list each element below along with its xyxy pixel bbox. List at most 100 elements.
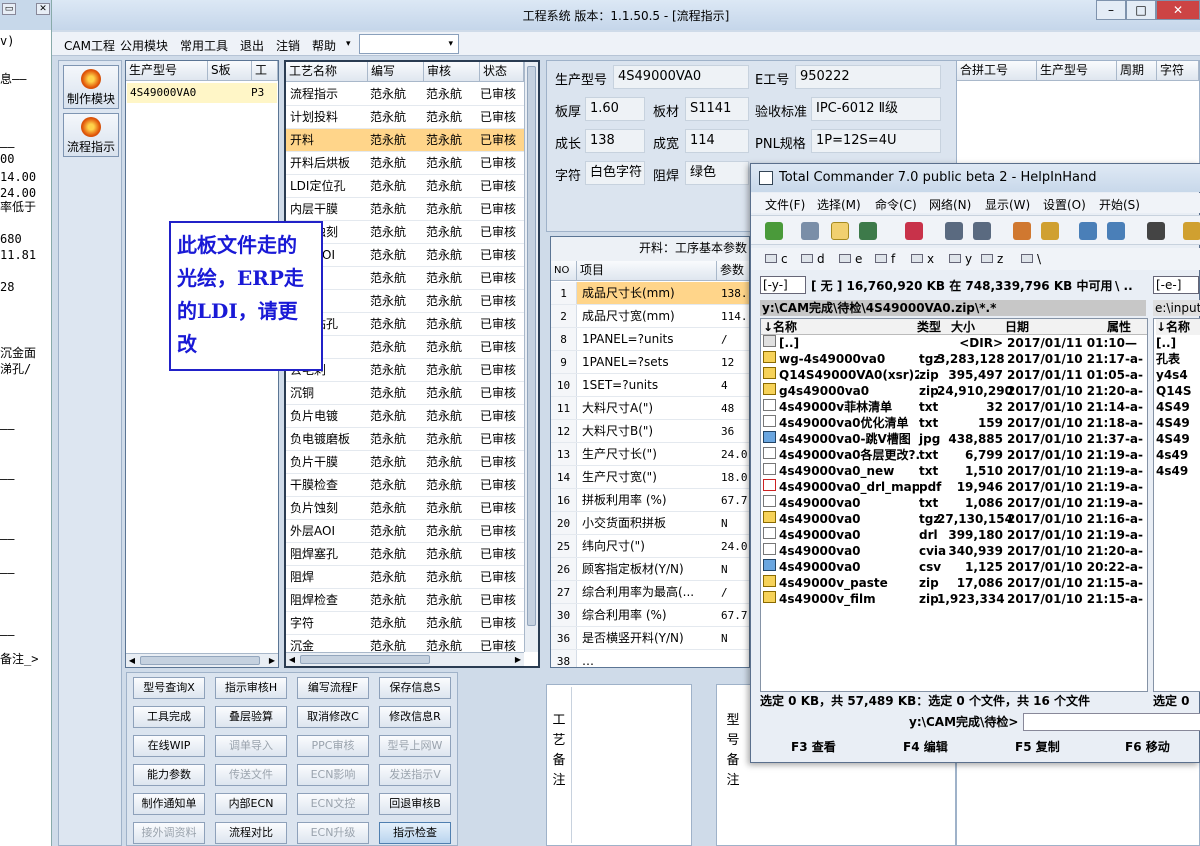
table-row[interactable]: 9 1PANEL=?sets 12 (551, 351, 749, 374)
tc-menu-item[interactable]: 命令(C) (875, 196, 917, 213)
drive-button[interactable]: c (781, 252, 788, 266)
field-model[interactable]: 4S49000VA0 (613, 65, 749, 89)
action-button[interactable]: 型号查询X (133, 677, 205, 699)
tc-menu-item[interactable]: 开始(S) (1099, 196, 1140, 213)
action-button[interactable]: 内部ECN (215, 793, 287, 815)
col-header-merge-model[interactable]: 生产型号 (1037, 61, 1117, 81)
list-item[interactable]: 4s49000va0 txt 1,086 2017/01/10 21:19-a- (761, 495, 1147, 511)
tc-menu-item[interactable]: 设置(O) (1043, 196, 1086, 213)
table-row[interactable]: 阻焊 范永航 范永航 已审核 (286, 566, 524, 589)
col-header-param[interactable]: 参数 (717, 261, 749, 281)
url-icon[interactable] (1107, 222, 1125, 240)
table-row[interactable]: 字符 范永航 范永航 已审核 (286, 612, 524, 635)
table-row[interactable]: 阻焊塞孔 范永航 范永航 已审核 (286, 543, 524, 566)
list-item[interactable]: 4S49 (1156, 431, 1200, 447)
drive-icon[interactable] (981, 254, 993, 263)
table-row[interactable]: 负片电镀 范永航 范永航 已审核 (286, 405, 524, 428)
action-button[interactable]: ECN影响 (297, 764, 369, 786)
table-row[interactable]: 13 生产尺寸长(") 24.0 (551, 443, 749, 466)
table-row[interactable]: 开料后烘板 范永航 范永航 已审核 (286, 152, 524, 175)
col-header-status[interactable]: 状态 (480, 62, 524, 82)
table-row[interactable]: 26 顾客指定板材(Y/N) N (551, 558, 749, 581)
brief-view-icon[interactable] (801, 222, 819, 240)
tc-menu-item[interactable]: 网络(N) (929, 196, 971, 213)
close-button[interactable]: ✕ (1156, 0, 1200, 20)
drive-icon[interactable] (949, 254, 961, 263)
tc-col-size[interactable]: 大小 (951, 319, 1005, 335)
list-item[interactable]: wg-4s49000va0 tgz 3,283,128 2017/01/10 21:1… (761, 351, 1147, 367)
col-header-model[interactable]: 生产型号 (126, 61, 208, 81)
table-row[interactable]: 干膜检查 范永航 范永航 已审核 (286, 474, 524, 497)
action-button[interactable]: ECN文控 (297, 793, 369, 815)
col-header-merge-char[interactable]: 字符 (1157, 61, 1199, 81)
fkey-button[interactable]: F4 编辑 (903, 735, 948, 759)
list-item[interactable]: 4s49000va0 csv 1,125 2017/01/10 20:22-a- (761, 559, 1147, 575)
field-standard[interactable]: IPC-6012 Ⅱ级 (811, 97, 941, 121)
action-button[interactable]: 回退审核B (379, 793, 451, 815)
list-item[interactable]: g4s49000va0 zip 24,910,290 2017/01/10 21:20… (761, 383, 1147, 399)
field-width[interactable]: 114 (685, 129, 749, 153)
table-row[interactable]: 内层干膜 范永航 范永航 已审核 (286, 198, 524, 221)
table-row[interactable]: 27 综合利用率为最高(... / (551, 581, 749, 604)
list-item[interactable]: ↓名称 (1156, 319, 1200, 335)
drive-nav[interactable]: \ .. (1115, 274, 1133, 298)
action-button[interactable]: 指示检查 (379, 822, 451, 844)
action-button[interactable]: 接外调资料 (133, 822, 205, 844)
list-item[interactable]: 4s49000v_paste zip 17,086 2017/01/10 21:15-… (761, 575, 1147, 591)
table-row[interactable]: 20 小交货面积拼板 N (551, 512, 749, 535)
fkey-button[interactable]: F5 复制 (1015, 735, 1060, 759)
table-row[interactable]: 11 大料尺寸A(") 48 (551, 397, 749, 420)
table-row[interactable]: 沉铜 范永航 范永航 已审核 (286, 382, 524, 405)
field-char[interactable]: 白色字符 (585, 161, 645, 185)
col-header-cycle[interactable]: 周期 (1117, 61, 1157, 81)
list-item[interactable]: Q14S (1156, 383, 1200, 399)
action-button[interactable]: 能力参数 (133, 764, 205, 786)
table-row[interactable]: 计划投料 范永航 范永航 已审核 (286, 106, 524, 129)
drive-button[interactable]: f (891, 252, 895, 266)
field-mask[interactable]: 绿色 (685, 161, 749, 185)
drive-button[interactable]: e (855, 252, 862, 266)
tc-col-attr[interactable]: 属性 (1107, 319, 1147, 335)
full-view-icon[interactable] (831, 222, 849, 240)
action-button[interactable]: 取消修改C (297, 706, 369, 728)
find-icon[interactable] (1147, 222, 1165, 240)
drive-button[interactable]: \ (1037, 252, 1041, 266)
menu-logout[interactable]: 注销 (276, 37, 300, 54)
action-button[interactable]: 修改信息R (379, 706, 451, 728)
notepad-icon[interactable] (1183, 222, 1200, 240)
action-button[interactable]: 流程对比 (215, 822, 287, 844)
refresh-icon[interactable] (765, 222, 783, 240)
drive-button[interactable]: x (927, 252, 934, 266)
action-button[interactable]: 工具完成 (133, 706, 205, 728)
action-button[interactable]: 叠层验算 (215, 706, 287, 728)
drive-select-right[interactable]: [-e-] (1153, 276, 1199, 294)
list-item[interactable]: 4s49000va0各层更改?.. txt 6,799 2017/01/10 21:1… (761, 447, 1147, 463)
list-item[interactable]: 4s49 (1156, 463, 1200, 479)
pack-icon[interactable] (1013, 222, 1031, 240)
maximize-button[interactable]: □ (1126, 0, 1156, 20)
thumbnail-icon[interactable] (859, 222, 877, 240)
list-item[interactable]: 4s49000va0 tgz 27,130,154 2017/01/10 21:16-… (761, 511, 1147, 527)
table-row[interactable]: 10 1SET=?units 4 (551, 374, 749, 397)
table-row[interactable]: 14 生产尺寸宽(") 18.0 (551, 466, 749, 489)
action-button[interactable]: 指示审核H (215, 677, 287, 699)
list-item[interactable]: 4s49000va0_new txt 1,510 2017/01/10 21:19-a… (761, 463, 1147, 479)
drive-icon[interactable] (839, 254, 851, 263)
list-item[interactable]: 4s49 (1156, 447, 1200, 463)
table-row[interactable]: 开料 范永航 范永航 已审核 (286, 129, 524, 152)
table-row[interactable]: 负电镀磨板 范永航 范永航 已审核 (286, 428, 524, 451)
table-row[interactable]: 阻焊检查 范永航 范永航 已审核 (286, 589, 524, 612)
tc-menu-item[interactable]: 文件(F) (765, 196, 805, 213)
drive-icon[interactable] (801, 254, 813, 263)
table-row[interactable]: 负片蚀刻 范永航 范永航 已审核 (286, 497, 524, 520)
list-item[interactable]: 4s49000v菲林清单 txt 32 2017/01/10 21:14-a- (761, 399, 1147, 415)
action-button[interactable]: 发送指示V (379, 764, 451, 786)
col-header-writer[interactable]: 编写 (368, 62, 424, 82)
table-row[interactable]: 25 纬向尺寸(") 24.0 (551, 535, 749, 558)
tc-path-left[interactable]: y:\CAM完成\待检\4S49000VA0.zip\*.* (760, 300, 1146, 316)
action-button[interactable]: 型号上网W (379, 735, 451, 757)
drive-select[interactable]: [-y-] (760, 276, 806, 294)
drive-icon[interactable] (911, 254, 923, 263)
col-header-reviewer[interactable]: 审核 (424, 62, 480, 82)
invert-selection-icon[interactable] (905, 222, 923, 240)
